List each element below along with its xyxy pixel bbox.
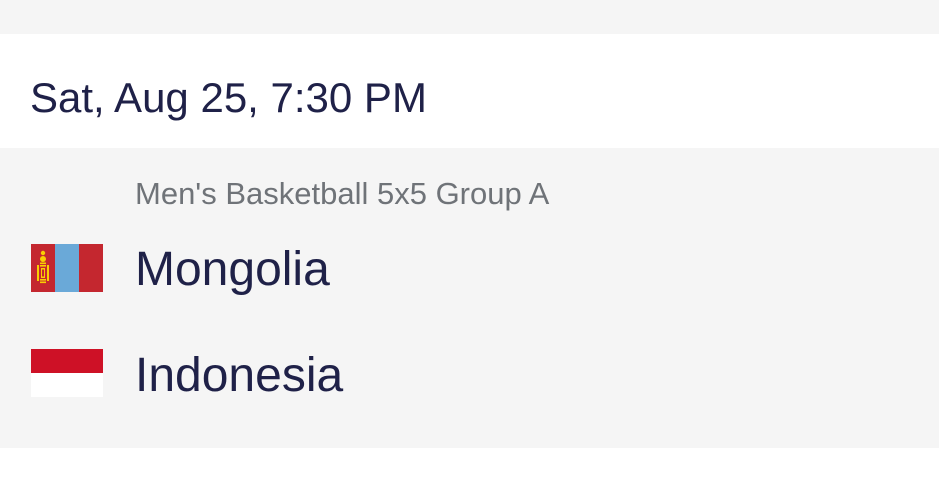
- team-row-indonesia[interactable]: Indonesia: [0, 346, 939, 406]
- team-name-indonesia: Indonesia: [135, 349, 344, 402]
- event-card[interactable]: Men's Basketball 5x5 Group A Mongolia In…: [0, 148, 939, 448]
- event-title: Men's Basketball 5x5 Group A: [135, 176, 550, 211]
- bottom-spacer: [0, 448, 939, 492]
- mongolia-flag-icon: [31, 244, 103, 292]
- date-header: Sat, Aug 25, 7:30 PM: [0, 34, 939, 148]
- team-row-mongolia[interactable]: Mongolia: [0, 240, 939, 300]
- team-name-mongolia: Mongolia: [135, 243, 330, 296]
- indonesia-flag-icon: [31, 349, 103, 397]
- top-divider-strip: [0, 0, 939, 34]
- event-datetime: Sat, Aug 25, 7:30 PM: [30, 74, 427, 121]
